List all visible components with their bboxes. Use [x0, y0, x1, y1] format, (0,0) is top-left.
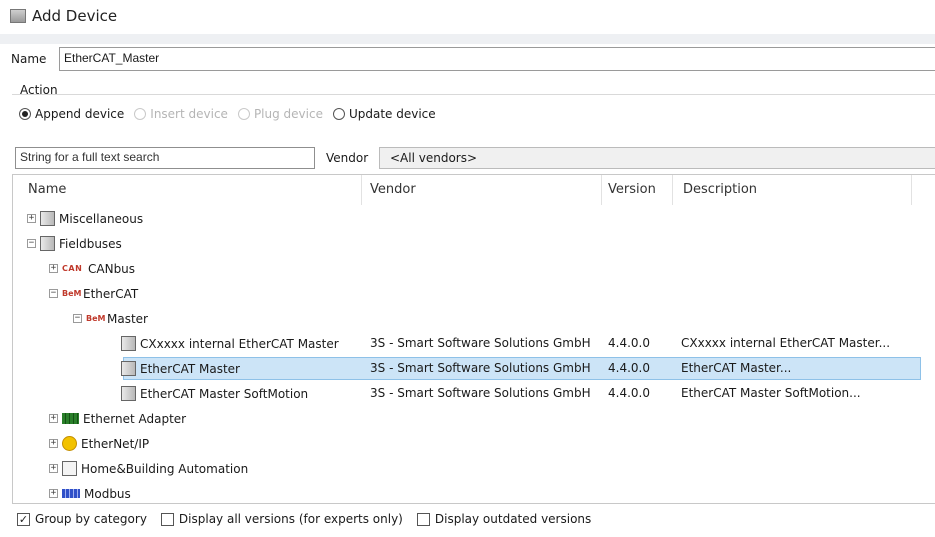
folder-device-icon: [40, 211, 55, 226]
tree-row-device[interactable]: EtherCAT Master SoftMotion 3S - Smart So…: [13, 382, 935, 405]
name-label: Name: [11, 52, 47, 66]
tree-row-modbus[interactable]: + Modbus: [13, 482, 935, 503]
group-by-category-checkbox[interactable]: ✓ Group by category: [17, 512, 147, 526]
tree-row-device-selected[interactable]: EtherCAT Master 3S - Smart Software Solu…: [13, 357, 935, 380]
checkbox-checked-icon: ✓: [17, 512, 30, 526]
ethernet-adapter-icon: [62, 413, 79, 424]
device-name: EtherCAT Master SoftMotion: [140, 386, 309, 401]
expand-toggle-icon[interactable]: +: [49, 414, 58, 423]
expand-toggle-icon[interactable]: +: [49, 464, 58, 473]
column-header-vendor[interactable]: Vendor: [370, 175, 416, 205]
device-description: EtherCAT Master SoftMotion...: [681, 386, 861, 400]
append-device-label: Append device: [35, 107, 125, 121]
expand-toggle-icon[interactable]: +: [49, 264, 58, 273]
tree-row-canbus[interactable]: + CAN CANbus: [13, 257, 935, 280]
append-device-radio[interactable]: Append device: [19, 107, 124, 121]
tree-node-label: Home&Building Automation: [81, 461, 249, 476]
device-tree-table: Name Vendor Version Description + Miscel…: [12, 174, 935, 504]
ethercat-icon: BeM: [62, 289, 82, 298]
tree-node-label: Ethernet Adapter: [83, 411, 187, 426]
device-description: EtherCAT Master...: [681, 361, 792, 375]
expand-toggle-icon[interactable]: +: [49, 489, 58, 498]
device-vendor: 3S - Smart Software Solutions GmbH: [370, 386, 591, 400]
column-header-version[interactable]: Version: [608, 175, 656, 205]
window-title: Add Device: [32, 7, 118, 25]
expand-toggle-icon[interactable]: +: [27, 214, 36, 223]
device-vendor: 3S - Smart Software Solutions GmbH: [370, 336, 591, 350]
device-icon: [121, 386, 136, 401]
collapse-toggle-icon[interactable]: −: [27, 239, 36, 248]
can-icon: CAN: [62, 264, 83, 273]
radio-dot: [237, 108, 250, 120]
tree-row-miscellaneous[interactable]: + Miscellaneous: [13, 207, 935, 230]
radio-dot: [332, 108, 345, 120]
tree-row-fieldbuses[interactable]: − Fieldbuses: [13, 232, 935, 255]
tree-node-label: Modbus: [84, 486, 131, 501]
tree-node-label: Miscellaneous: [59, 211, 144, 226]
column-divider[interactable]: [911, 175, 912, 205]
device-name: EtherCAT Master: [140, 361, 240, 376]
tree-node-label: EtherNet/IP: [81, 436, 150, 451]
tree-node-label: EtherCAT: [83, 286, 139, 301]
collapse-toggle-icon[interactable]: −: [73, 314, 82, 323]
device-icon: [121, 361, 136, 376]
display-all-versions-label: Display all versions (for experts only): [178, 512, 403, 526]
device-name: CXxxxx internal EtherCAT Master: [140, 336, 339, 351]
vendor-select[interactable]: <All vendors>: [379, 147, 935, 169]
update-device-label: Update device: [348, 107, 436, 121]
add-device-icon: [10, 9, 26, 23]
name-input[interactable]: EtherCAT_Master: [59, 47, 935, 71]
tree-row-ethercat[interactable]: − BeM EtherCAT: [13, 282, 935, 305]
device-version: 4.4.0.0: [608, 361, 650, 375]
plug-device-radio[interactable]: Plug device: [237, 107, 323, 121]
modbus-icon: [62, 489, 80, 498]
update-device-radio[interactable]: Update device: [332, 107, 436, 121]
tree-row-master[interactable]: − BeM Master: [13, 307, 935, 330]
vendor-label: Vendor: [326, 151, 369, 165]
full-text-search-input[interactable]: String for a full text search: [15, 147, 315, 169]
column-divider[interactable]: [361, 175, 362, 205]
collapse-toggle-icon[interactable]: −: [49, 289, 58, 298]
tree-row-home-building-automation[interactable]: + Home&Building Automation: [13, 457, 935, 480]
device-version: 4.4.0.0: [608, 386, 650, 400]
tree-node-label: Master: [107, 311, 148, 326]
tree-node-label: Fieldbuses: [59, 236, 122, 251]
checkbox-icon: [160, 512, 174, 526]
insert-device-radio[interactable]: Insert device: [134, 107, 228, 121]
display-all-versions-checkbox[interactable]: Display all versions (for experts only): [160, 512, 403, 526]
column-divider[interactable]: [672, 175, 673, 205]
title-separator: [0, 34, 935, 44]
tree-row-ethernet-ip[interactable]: + EtherNet/IP: [13, 432, 935, 455]
radio-dot: [134, 108, 147, 120]
tree-row-device[interactable]: CXxxxx internal EtherCAT Master 3S - Sma…: [13, 332, 935, 355]
tree-node-label: CANbus: [88, 261, 136, 276]
insert-device-label: Insert device: [150, 107, 228, 121]
tree-row-ethernet-adapter[interactable]: + Ethernet Adapter: [13, 407, 935, 430]
window-title-bar: Add Device: [10, 4, 117, 28]
column-divider[interactable]: [601, 175, 602, 205]
display-outdated-versions-label: Display outdated versions: [434, 512, 592, 526]
folder-device-icon: [40, 236, 55, 251]
device-icon: [121, 336, 136, 351]
radio-dot: [19, 108, 31, 120]
ethernet-ip-icon: [62, 436, 77, 451]
display-outdated-versions-checkbox[interactable]: Display outdated versions: [416, 512, 592, 526]
expand-toggle-icon[interactable]: +: [49, 439, 58, 448]
plug-device-label: Plug device: [253, 107, 323, 121]
checkbox-icon: [416, 512, 430, 526]
device-vendor: 3S - Smart Software Solutions GmbH: [370, 361, 591, 375]
ethercat-icon: BeM: [86, 314, 106, 323]
device-description: CXxxxx internal EtherCAT Master...: [681, 336, 891, 350]
column-header-description[interactable]: Description: [683, 175, 757, 205]
group-by-category-label: Group by category: [35, 512, 147, 526]
action-radio-group: Append device Insert device Plug device …: [19, 107, 436, 121]
home-icon: [62, 461, 77, 476]
column-header-name[interactable]: Name: [28, 175, 66, 205]
options-bar: ✓ Group by category Display all versions…: [17, 512, 591, 526]
device-version: 4.4.0.0: [608, 336, 650, 350]
